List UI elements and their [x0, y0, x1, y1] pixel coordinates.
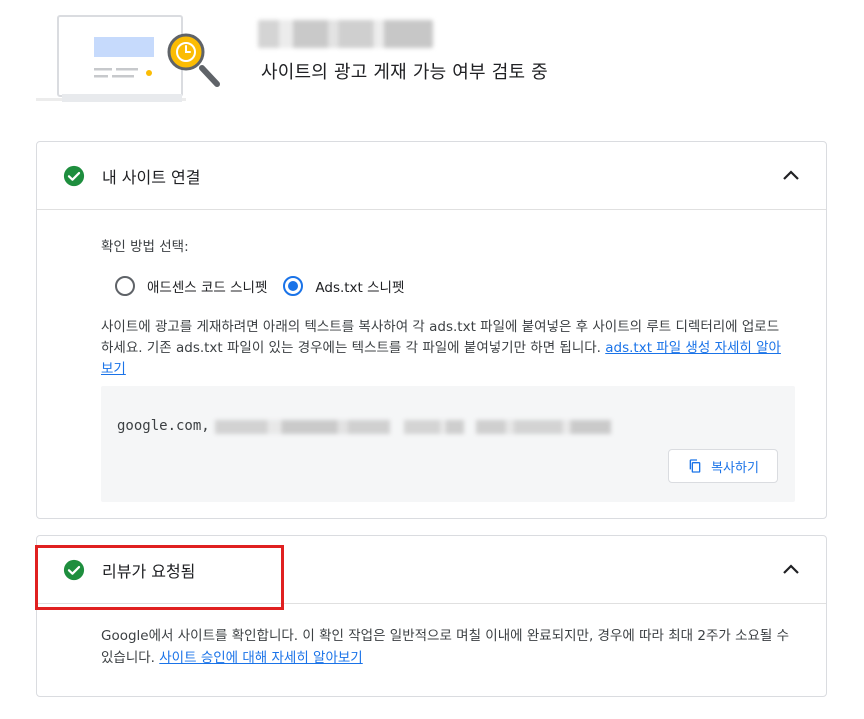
card-title: 내 사이트 연결 [102, 168, 201, 187]
method-radio-group: 애드센스 코드 스니펫 Ads.txt 스니펫 [115, 275, 420, 297]
annotation-highlight-box [35, 545, 284, 610]
copy-button-label: 복사하기 [711, 460, 759, 476]
adstxt-code-box: google.com, 복사하기 [101, 386, 795, 502]
review-description: Google에서 사이트를 확인합니다. 이 확인 작업은 일반적으로 며칠 이… [101, 625, 791, 669]
redacted-publisher-id [215, 420, 390, 434]
instructions-text: 사이트에 광고를 게재하려면 아래의 텍스트를 복사하여 각 ads.txt 파… [101, 317, 781, 380]
radio-adstxt-snippet[interactable] [283, 276, 304, 296]
redacted-relationship [404, 420, 464, 434]
page-subtitle: 사이트의 광고 게재 가능 여부 검토 중 [261, 62, 548, 83]
site-name-redacted [258, 20, 433, 48]
method-select-label: 확인 방법 선택: [101, 239, 189, 255]
connect-site-card: 내 사이트 연결 확인 방법 선택: 애드센스 코드 스니펫 Ads.txt 스… [36, 141, 827, 519]
radio-label[interactable]: 애드센스 코드 스니펫 [147, 276, 267, 296]
site-review-illustration [36, 15, 220, 102]
connect-site-card-header[interactable]: 내 사이트 연결 [37, 142, 826, 210]
redacted-cert-id [476, 420, 611, 434]
chevron-up-icon[interactable] [782, 562, 800, 576]
radio-adsense-snippet[interactable] [115, 276, 135, 296]
copy-icon [689, 459, 701, 473]
check-circle-icon [63, 165, 85, 187]
copy-button[interactable]: 복사하기 [668, 449, 778, 483]
site-approval-learn-more-link[interactable]: 사이트 승인에 대해 자세히 알아보기 [159, 650, 362, 666]
radio-label[interactable]: Ads.txt 스니펫 [315, 276, 404, 296]
code-snippet: google.com, [117, 418, 210, 434]
chevron-up-icon[interactable] [782, 168, 800, 182]
